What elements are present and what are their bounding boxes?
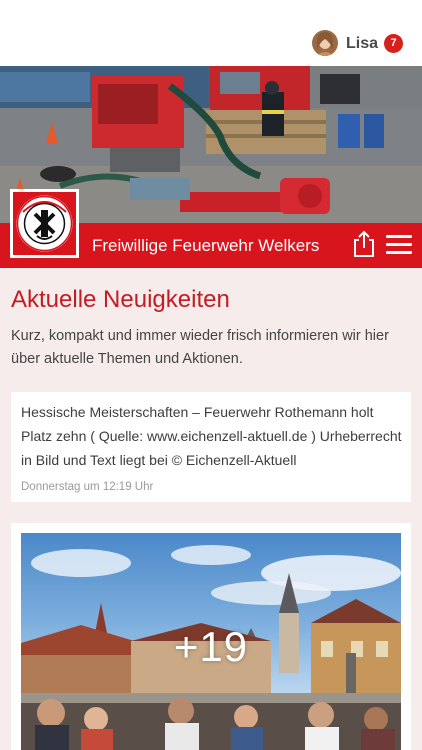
gallery-photo[interactable]: +19 [21, 533, 401, 750]
news-card-timestamp: Donnerstag um 12:19 Uhr [21, 481, 154, 493]
brand-title: Freiwillige Feuerwehr Welkers [92, 236, 320, 255]
news-card-text: Hessische Meisterschaften – Feuerwehr Ro… [21, 404, 402, 468]
section-title: Aktuelle Neuigkeiten [11, 286, 230, 313]
menu-button[interactable] [386, 235, 412, 257]
notification-badge[interactable]: 7 [384, 34, 403, 53]
top-bar: Lisa 7 [0, 0, 422, 66]
fire-brigade-logo [10, 189, 79, 258]
gallery-more-count: +19 [173, 623, 249, 670]
share-icon [354, 230, 374, 257]
avatar[interactable] [312, 30, 338, 56]
user-name[interactable]: Lisa [346, 35, 378, 53]
section-description: Kurz, kompakt und immer wieder frisch in… [11, 328, 389, 367]
gallery-card[interactable]: +19 [11, 523, 411, 750]
news-card[interactable]: Hessische Meisterschaften – Feuerwehr Ro… [11, 392, 411, 502]
hamburger-menu-icon [386, 235, 412, 238]
share-button[interactable] [352, 230, 376, 258]
